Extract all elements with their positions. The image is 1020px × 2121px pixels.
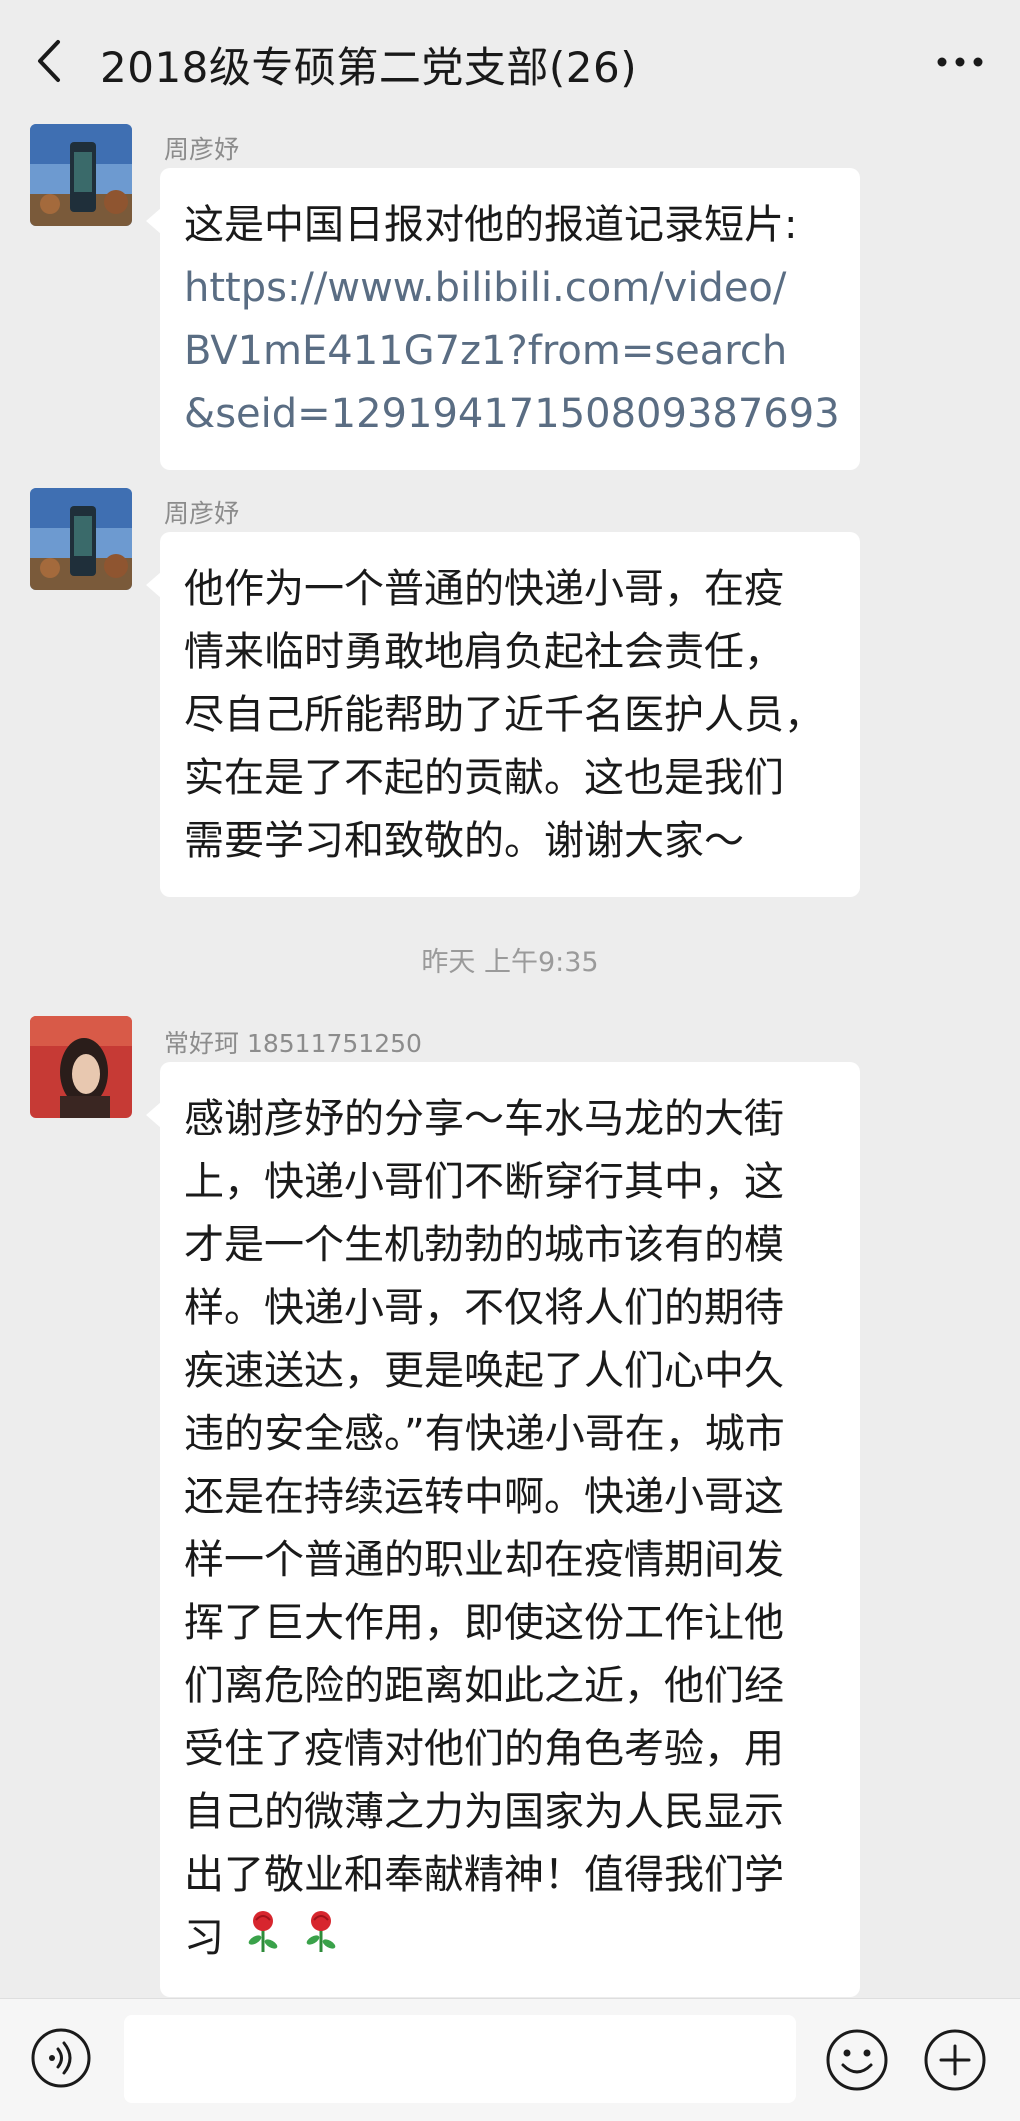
- message-text: 情来临时勇敢地肩负起社会责任，: [184, 629, 784, 675]
- message-text: 这是中国日报对他的报道记录短片:: [184, 202, 798, 248]
- message-text: 才是一个生机勃勃的城市该有的模: [184, 1222, 784, 1268]
- message-link[interactable]: https://www.bilibili.com/video/: [184, 257, 834, 320]
- message-text: 感谢彦妤的分享～车水马龙的大街: [184, 1096, 784, 1142]
- message-text: 实在是了不起的贡献。这也是我们: [184, 755, 784, 801]
- message-text: 受住了疫情对他们的角色考验，用: [184, 1726, 784, 1772]
- message-text: 样一个普通的职业却在疫情期间发: [184, 1537, 784, 1583]
- message-text: 挥了巨大作用，即使这份工作让他: [184, 1600, 784, 1646]
- message-text: 习: [184, 1915, 224, 1961]
- more-dots-icon[interactable]: [930, 40, 990, 80]
- sender-name: 周彦妤: [164, 499, 240, 528]
- message-text: 出了敬业和奉献精神！值得我们学: [184, 1852, 784, 1898]
- rose-icon: [301, 1908, 341, 1973]
- message-link[interactable]: &seid=12919417150809387693: [184, 383, 840, 446]
- avatar[interactable]: [30, 1016, 132, 1118]
- sender-name: 周彦妤: [164, 135, 240, 164]
- message-text: 样。快递小哥，不仅将人们的期待: [184, 1285, 784, 1331]
- message-bubble[interactable]: 这是中国日报对他的报道记录短片: https://www.bilibili.co…: [146, 168, 860, 470]
- message-bubble[interactable]: 他作为一个普通的快递小哥，在疫 情来临时勇敢地肩负起社会责任， 尽自己所能帮助了…: [146, 532, 860, 897]
- back-chevron-icon[interactable]: [28, 36, 78, 86]
- plus-icon[interactable]: [922, 2027, 988, 2093]
- message-text: 自己的微薄之力为国家为人民显示: [184, 1789, 784, 1835]
- avatar[interactable]: [30, 124, 132, 226]
- message-text: 还是在持续运转中啊。快递小哥这: [184, 1474, 784, 1520]
- emoji-icon[interactable]: [824, 2027, 890, 2093]
- sender-name: 常好珂 18511751250: [164, 1029, 422, 1058]
- chat-title: 2018级专硕第二党支部(26): [100, 43, 638, 92]
- message-text: 上，快递小哥们不断穿行其中，这: [184, 1159, 784, 1205]
- message-bubble[interactable]: 感谢彦妤的分享～车水马龙的大街 上，快递小哥们不断穿行其中，这 才是一个生机勃勃…: [146, 1062, 860, 1997]
- timestamp: 昨天 上午9:35: [421, 947, 599, 978]
- message-text: 尽自己所能帮助了近千名医护人员，: [184, 692, 824, 738]
- chat-header: 2018级专硕第二党支部(26): [0, 0, 1020, 118]
- message-text: 们离危险的距离如此之近，他们经: [184, 1663, 784, 1709]
- avatar[interactable]: [30, 488, 132, 590]
- voice-icon[interactable]: [30, 2027, 92, 2089]
- message-text: 违的安全感。”有快递小哥在，城市: [184, 1411, 785, 1457]
- message-text: 需要学习和致敬的。谢谢大家～: [184, 818, 744, 864]
- message-link[interactable]: BV1mE411G7z1?from=search: [184, 320, 834, 383]
- message-input[interactable]: [124, 2015, 796, 2103]
- message-last-line: 习: [184, 1907, 834, 1973]
- message-text: 他作为一个普通的快递小哥，在疫: [184, 566, 784, 612]
- rose-icon: [243, 1908, 283, 1973]
- input-bar: [0, 1998, 1020, 2121]
- message-text: 疾速送达，更是唤起了人们心中久: [184, 1348, 784, 1394]
